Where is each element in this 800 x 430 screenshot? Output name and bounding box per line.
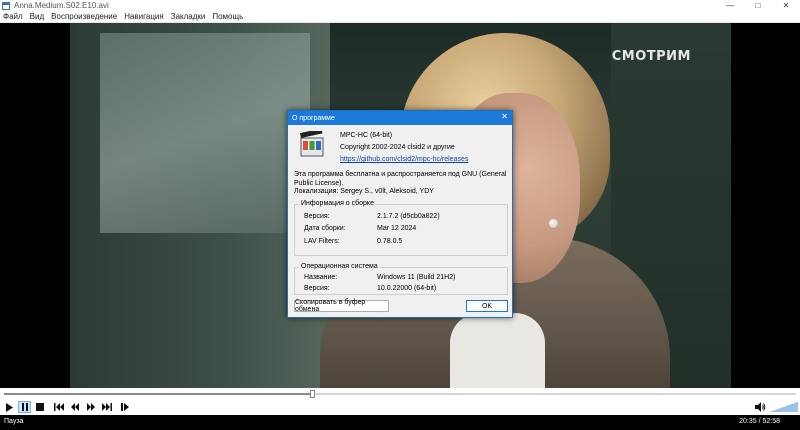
pause-icon <box>21 403 28 411</box>
build-info-title: Информация о сборке <box>299 200 376 207</box>
window-title: Anna.Medium.S02.E10.avi <box>14 1 109 10</box>
close-window-button[interactable]: ✕ <box>772 0 800 11</box>
fast-forward-icon <box>86 403 95 411</box>
localization-text: Локализация: Sergey S., v0lt, Aleksoid, … <box>294 188 434 195</box>
channel-watermark: СМОТРИМ <box>611 49 691 64</box>
os-version-label: Версия: <box>304 285 330 292</box>
status-bar: Пауза 20:35 / 52:58 <box>0 415 800 430</box>
menu-favorites[interactable]: Закладки <box>171 12 206 21</box>
dialog-title-bar: О программе ✕ <box>288 111 512 125</box>
dialog-title: О программе <box>292 114 335 122</box>
build-version-label: Версия: <box>304 213 330 220</box>
seek-bar[interactable] <box>0 388 800 399</box>
menu-bar: Файл Вид Воспроизведение Навигация Закла… <box>0 11 800 23</box>
os-name-value: Windows 11 (Build 21H2) <box>377 274 456 281</box>
time-display: 20:35 / 52:58 <box>739 418 780 425</box>
menu-play[interactable]: Воспроизведение <box>51 12 117 21</box>
maximize-button[interactable]: □ <box>744 0 772 11</box>
skip-back-icon <box>53 403 64 411</box>
lav-filters-value: 0.78.0.5 <box>377 238 403 245</box>
previous-button[interactable] <box>52 401 65 413</box>
copy-to-clipboard-button[interactable]: Скопировать в буфер обмена <box>294 299 389 313</box>
build-info-group: Информация о сборке Версия: 2.1.7.2 (d5c… <box>294 200 508 256</box>
volume-slider[interactable] <box>770 402 798 412</box>
stop-button[interactable] <box>33 401 46 413</box>
build-version-value: 2.1.7.2 (d5cb0a822) <box>377 213 440 220</box>
rewind-icon <box>70 403 79 411</box>
menu-view[interactable]: Вид <box>30 12 44 21</box>
stop-icon <box>35 403 44 411</box>
seek-progress <box>4 393 313 395</box>
product-name: MPC-HC (64-bit) <box>340 132 393 139</box>
about-dialog: О программе ✕ MPC-HC (64-bit) Copyright … <box>287 110 513 318</box>
menu-file[interactable]: Файл <box>3 12 23 21</box>
skip-forward-icon <box>101 403 112 411</box>
play-button[interactable] <box>3 401 16 413</box>
seek-thumb[interactable] <box>309 390 315 398</box>
lav-filters-label: LAV Filters: <box>304 238 340 245</box>
dialog-close-icon[interactable]: ✕ <box>501 112 508 121</box>
app-icon <box>2 1 10 10</box>
ok-button[interactable]: OK <box>466 300 508 312</box>
rewind-button[interactable] <box>68 401 81 413</box>
os-info-group: Операционная система Название: Windows 1… <box>294 263 508 295</box>
minimize-button[interactable]: — <box>716 0 744 11</box>
playback-status: Пауза <box>4 418 24 425</box>
next-button[interactable] <box>100 401 113 413</box>
releases-link[interactable]: https://github.com/clsid2/mpc-hc/release… <box>340 156 468 163</box>
pause-button[interactable] <box>18 401 31 413</box>
mpc-logo-icon <box>300 131 324 157</box>
os-info-title: Операционная система <box>299 263 380 270</box>
build-date-value: Mar 12 2024 <box>377 225 417 232</box>
title-bar: Anna.Medium.S02.E10.avi — □ ✕ <box>0 0 800 11</box>
copyright-text: Copyright 2002-2024 clsid2 и другие <box>340 144 455 151</box>
build-date-label: Дата сборки: <box>304 225 346 232</box>
frame-step-button[interactable] <box>119 401 132 413</box>
menu-help[interactable]: Помощь <box>212 12 243 21</box>
os-version-value: 10.0.22000 (64-bit) <box>377 285 437 292</box>
menu-navigate[interactable]: Навигация <box>124 12 164 21</box>
frame-step-icon <box>121 403 129 411</box>
play-icon <box>6 402 13 412</box>
speaker-icon <box>755 402 766 412</box>
fast-forward-button[interactable] <box>84 401 97 413</box>
seek-track[interactable] <box>4 390 796 398</box>
license-text: Эта программа бесплатна и распространяет… <box>294 171 507 187</box>
playback-toolbar <box>0 399 800 415</box>
window-controls: — □ ✕ <box>716 0 800 11</box>
os-name-label: Название: <box>304 274 338 281</box>
mute-button[interactable] <box>754 401 767 413</box>
